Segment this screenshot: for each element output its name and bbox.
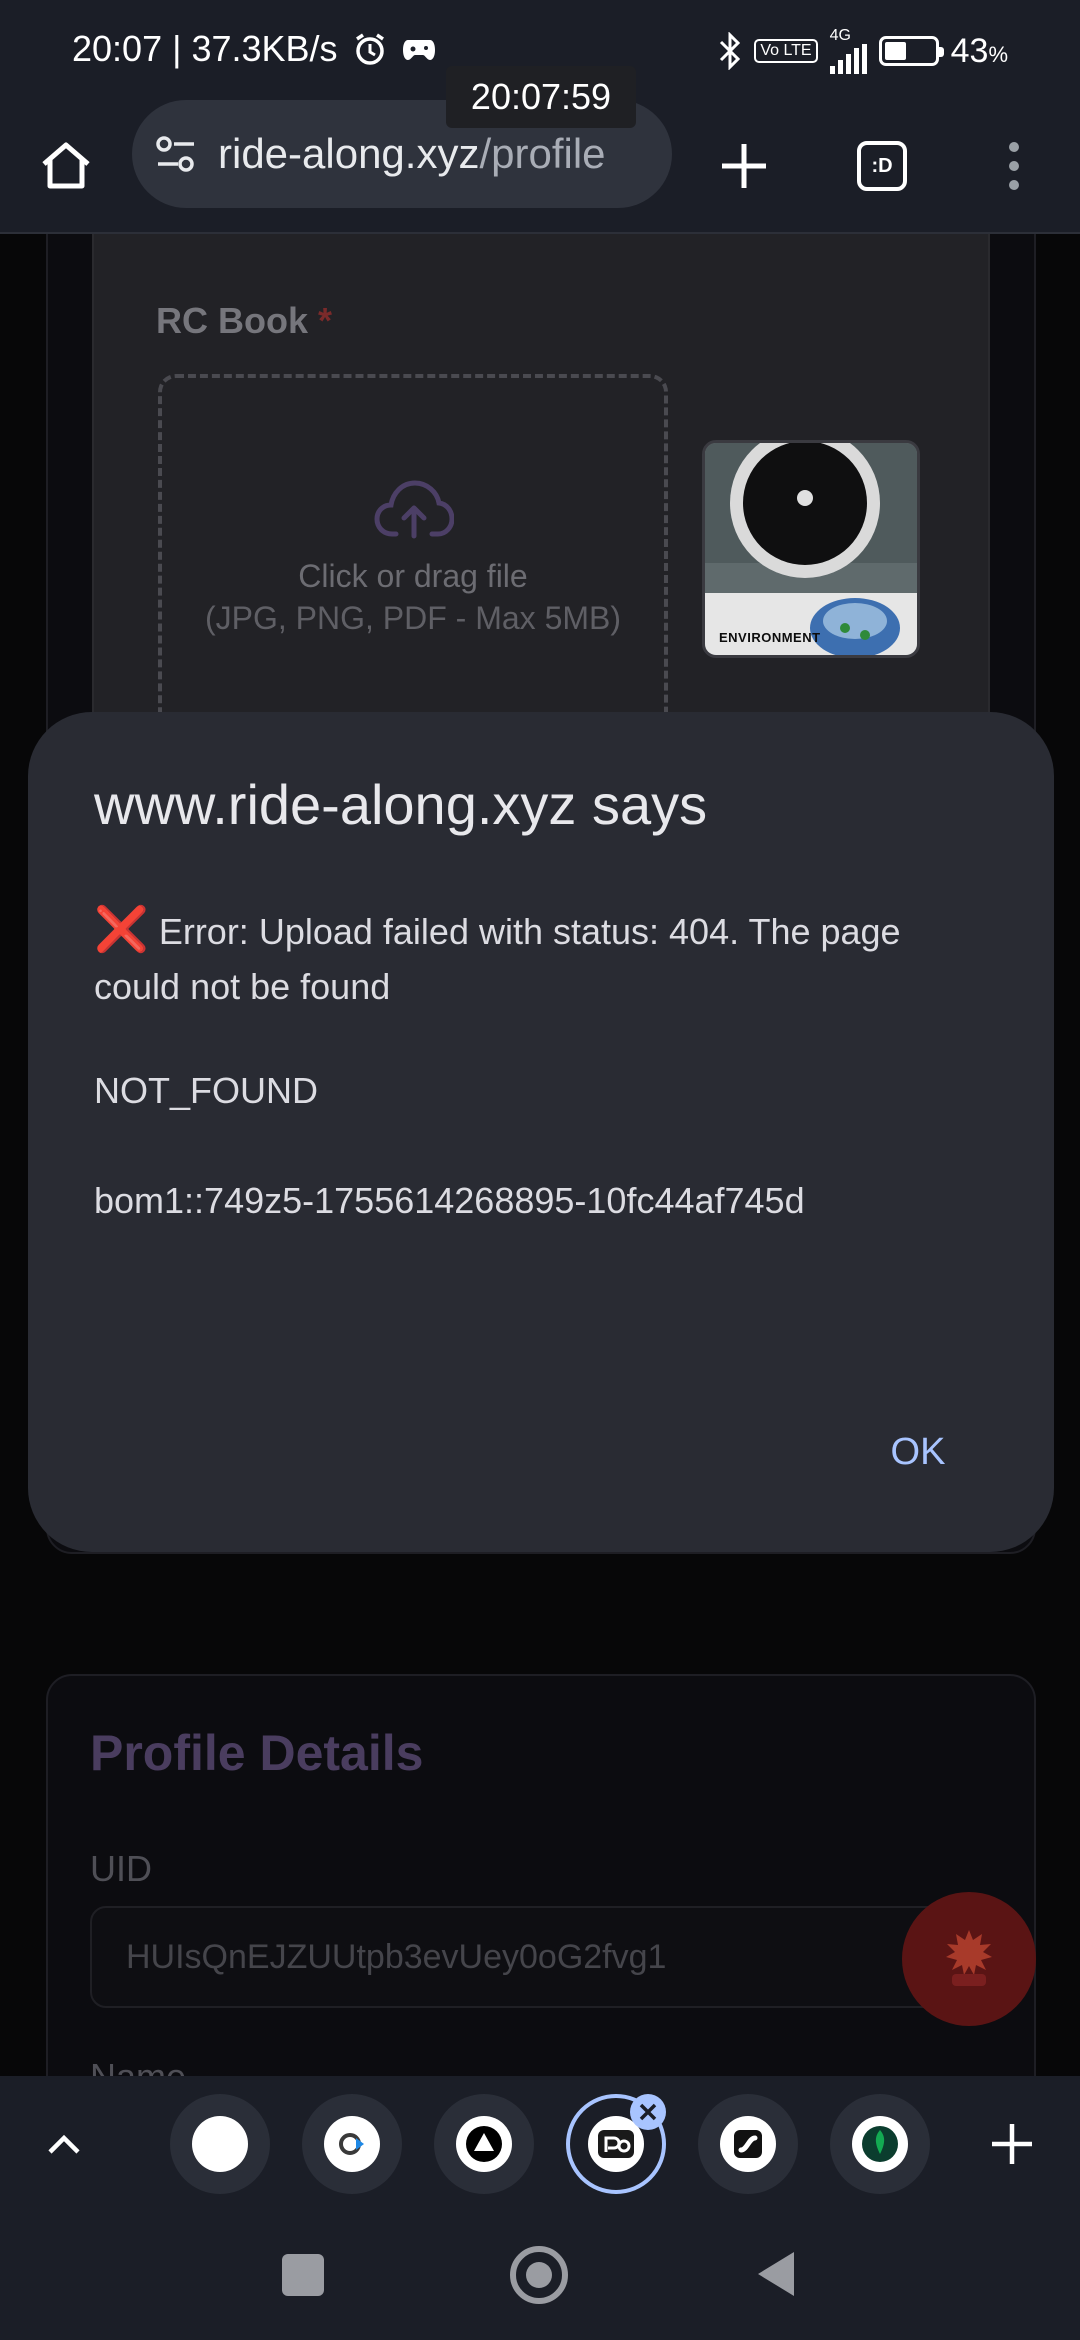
game-controller-icon [402, 40, 435, 60]
dropzone-text: Click or drag file [298, 558, 528, 594]
tab-thumb-3[interactable] [434, 2094, 534, 2194]
tab-thumb-5[interactable] [698, 2094, 798, 2194]
tab-thumb-6[interactable] [830, 2094, 930, 2194]
rc-book-label: RC Book * [156, 300, 333, 341]
bluetooth-icon [720, 32, 741, 70]
menu-button[interactable] [966, 118, 1062, 214]
plus-icon [992, 2124, 1032, 2164]
home-icon [42, 142, 90, 189]
alarm-icon [355, 33, 384, 65]
system-nav-bar [0, 2210, 1080, 2340]
uploaded-thumbnail[interactable]: ENVIRONMENT [702, 440, 920, 658]
dialog-error-message: ❌ Error: Upload failed with status: 404.… [94, 902, 994, 1014]
tab-count: :D [857, 141, 907, 191]
file-dropzone[interactable]: Click or drag file (JPG, PNG, PDF - Max … [158, 374, 668, 754]
thumbnail-image [705, 443, 917, 655]
uid-field[interactable]: HUIsQnEJZUUtpb3evUey0oG2fvg1 [90, 1906, 970, 2008]
tab-thumb-2[interactable] [302, 2094, 402, 2194]
clock-tooltip: 20:07:59 [446, 66, 636, 128]
tab-switcher-button[interactable]: :D [834, 118, 930, 214]
alert-dialog: www.ride-along.xyz says ❌ Error: Upload … [28, 712, 1054, 1552]
error-cross-icon: ❌ [94, 905, 149, 954]
recents-button[interactable] [282, 2254, 324, 2296]
status-time-speed: 20:07 | 37.3KB/s [72, 28, 338, 69]
plus-icon [722, 144, 766, 188]
more-vert-icon [1009, 142, 1019, 190]
tab-strip [0, 2076, 1080, 2210]
dialog-request-id: bom1::749z5-1755614268895-10fc44af745d [94, 1180, 805, 1221]
home-button[interactable] [18, 118, 114, 214]
url-text[interactable]: ride-along.xyz/profile [218, 130, 606, 178]
site-settings-icon[interactable] [154, 134, 198, 174]
expand-tabs-button[interactable] [30, 2110, 98, 2178]
close-tab-button[interactable] [630, 2094, 666, 2130]
name-label: Name [90, 2056, 186, 2076]
screen: 20:07 | 37.3KB/s Vo LTE 4G 43% 20:07:59 … [0, 0, 1080, 2340]
siren-icon [946, 1930, 992, 1986]
signal-icon [829, 44, 867, 74]
dialog-title: www.ride-along.xyz says [94, 773, 708, 836]
blank-page-icon [192, 2116, 248, 2172]
tab-thumb-1[interactable] [170, 2094, 270, 2194]
chevron-up-icon [48, 2134, 80, 2154]
battery-icon [878, 36, 944, 66]
triangle-logo-icon [456, 2116, 512, 2172]
thumbnail-caption: ENVIRONMENT [719, 630, 821, 645]
cloud-upload-icon [374, 480, 454, 539]
uid-label: UID [90, 1848, 152, 1889]
battery-percent: 43% [950, 31, 1008, 70]
dropzone-hint: (JPG, PNG, PDF - Max 5MB) [204, 600, 622, 636]
volte-badge: Vo LTE [754, 39, 818, 63]
emergency-sos-button[interactable] [902, 1892, 1036, 2026]
back-button[interactable] [756, 2250, 796, 2303]
home-dot-icon [526, 2262, 552, 2288]
vscode-icon [324, 2116, 380, 2172]
link-logo-icon [720, 2116, 776, 2172]
new-tab-button[interactable] [696, 118, 792, 214]
home-nav-button[interactable] [510, 2246, 568, 2304]
error-text: Error: Upload failed with status: 404. T… [94, 911, 901, 1007]
ok-button[interactable]: OK [848, 1412, 988, 1492]
profile-details-title: Profile Details [90, 1725, 424, 1781]
add-tab-button[interactable] [978, 2110, 1046, 2178]
back-triangle-icon [758, 2252, 794, 2296]
network-type: 4G [829, 27, 851, 44]
close-icon [639, 2103, 657, 2121]
mongodb-icon [852, 2116, 908, 2172]
dialog-error-code: NOT_FOUND [94, 1070, 318, 1111]
